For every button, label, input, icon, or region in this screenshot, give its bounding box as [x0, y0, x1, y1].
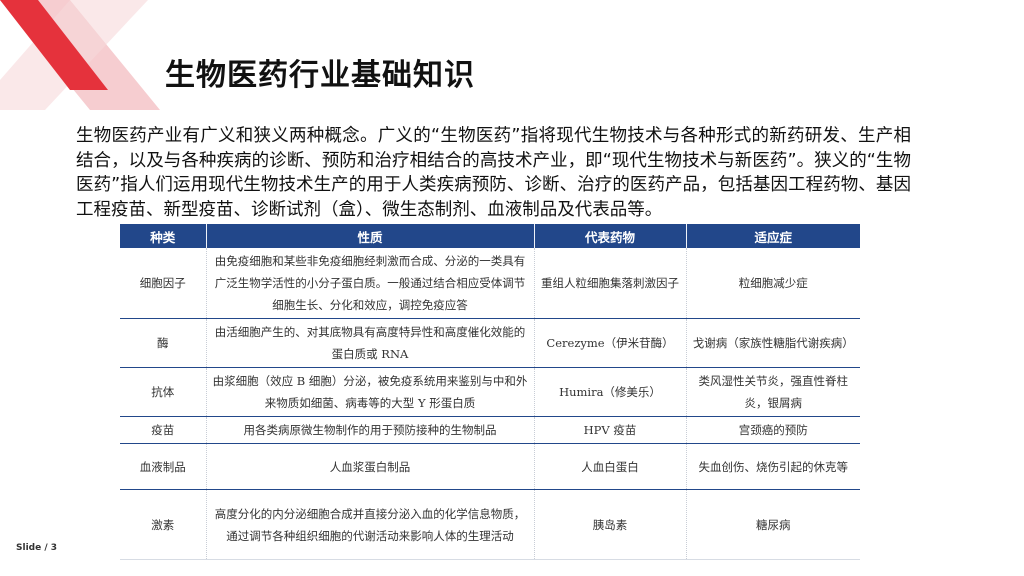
- page-title: 生物医药行业基础知识: [165, 58, 475, 93]
- cell-type: 激素: [120, 489, 207, 560]
- cell-indication: 失血创伤、烧伤引起的休克等: [686, 443, 860, 490]
- drug-table-container: 种类 性质 代表药物 适应症 细胞因子 由免疫细胞和某些非免疫细胞经刺激而合成、…: [120, 224, 860, 560]
- cell-nature: 由浆细胞（效应 B 细胞）分泌，被免疫系统用来鉴别与中和外来物质如细菌、病毒等的…: [206, 367, 535, 417]
- cell-indication: 类风湿性关节炎，强直性脊柱炎，银屑病: [686, 367, 860, 417]
- table-row: 激素 高度分化的内分泌细胞合成并直接分泌入血的化学信息物质，通过调节各种组织细胞…: [120, 489, 860, 560]
- cell-nature: 人血浆蛋白制品: [206, 443, 535, 490]
- header-type: 种类: [120, 224, 207, 248]
- table-row: 血液制品 人血浆蛋白制品 人血白蛋白 失血创伤、烧伤引起的休克等: [120, 443, 860, 490]
- table-row: 酶 由活细胞产生的、对其底物具有高度特异性和高度催化效能的蛋白质或 RNA Ce…: [120, 318, 860, 368]
- header-drug: 代表药物: [534, 224, 687, 248]
- cell-nature: 由活细胞产生的、对其底物具有高度特异性和高度催化效能的蛋白质或 RNA: [206, 318, 535, 368]
- table-header-row: 种类 性质 代表药物 适应症: [120, 224, 860, 248]
- slide-number: Slide / 3: [16, 543, 58, 553]
- drug-category-table: 种类 性质 代表药物 适应症 细胞因子 由免疫细胞和某些非免疫细胞经刺激而合成、…: [120, 224, 860, 560]
- cell-drug: HPV 疫苗: [534, 416, 687, 444]
- cell-nature: 用各类病原微生物制作的用于预防接种的生物制品: [206, 416, 535, 444]
- cell-drug: Cerezyme（伊米苷酶）: [534, 318, 687, 368]
- cell-indication: 戈谢病（家族性糖脂代谢疾病）: [686, 318, 860, 368]
- cell-type: 细胞因子: [120, 248, 207, 319]
- cell-nature: 由免疫细胞和某些非免疫细胞经刺激而合成、分泌的一类具有广泛生物学活性的小分子蛋白…: [206, 248, 535, 319]
- corner-decoration-graphic: [0, 0, 160, 110]
- cell-type: 疫苗: [120, 416, 207, 444]
- cell-indication: 粒细胞减少症: [686, 248, 860, 319]
- cell-drug: 人血白蛋白: [534, 443, 687, 490]
- header-indication: 适应症: [686, 224, 860, 248]
- cell-type: 血液制品: [120, 443, 207, 490]
- intro-paragraph: 生物医药产业有广义和狭义两种概念。广义的“生物医药”指将现代生物技术与各种形式的…: [76, 126, 911, 220]
- cell-type: 抗体: [120, 367, 207, 417]
- header-nature: 性质: [206, 224, 535, 248]
- cell-drug: 重组人粒细胞集落刺激因子: [534, 248, 687, 319]
- cell-nature: 高度分化的内分泌细胞合成并直接分泌入血的化学信息物质，通过调节各种组织细胞的代谢…: [206, 489, 535, 560]
- table-row: 细胞因子 由免疫细胞和某些非免疫细胞经刺激而合成、分泌的一类具有广泛生物学活性的…: [120, 248, 860, 319]
- table-row: 疫苗 用各类病原微生物制作的用于预防接种的生物制品 HPV 疫苗 宫颈癌的预防: [120, 416, 860, 444]
- cell-drug: 胰岛素: [534, 489, 687, 560]
- cell-indication: 宫颈癌的预防: [686, 416, 860, 444]
- cell-type: 酶: [120, 318, 207, 368]
- cell-indication: 糖尿病: [686, 489, 860, 560]
- table-row: 抗体 由浆细胞（效应 B 细胞）分泌，被免疫系统用来鉴别与中和外来物质如细菌、病…: [120, 367, 860, 417]
- cell-drug: Humira（修美乐）: [534, 367, 687, 417]
